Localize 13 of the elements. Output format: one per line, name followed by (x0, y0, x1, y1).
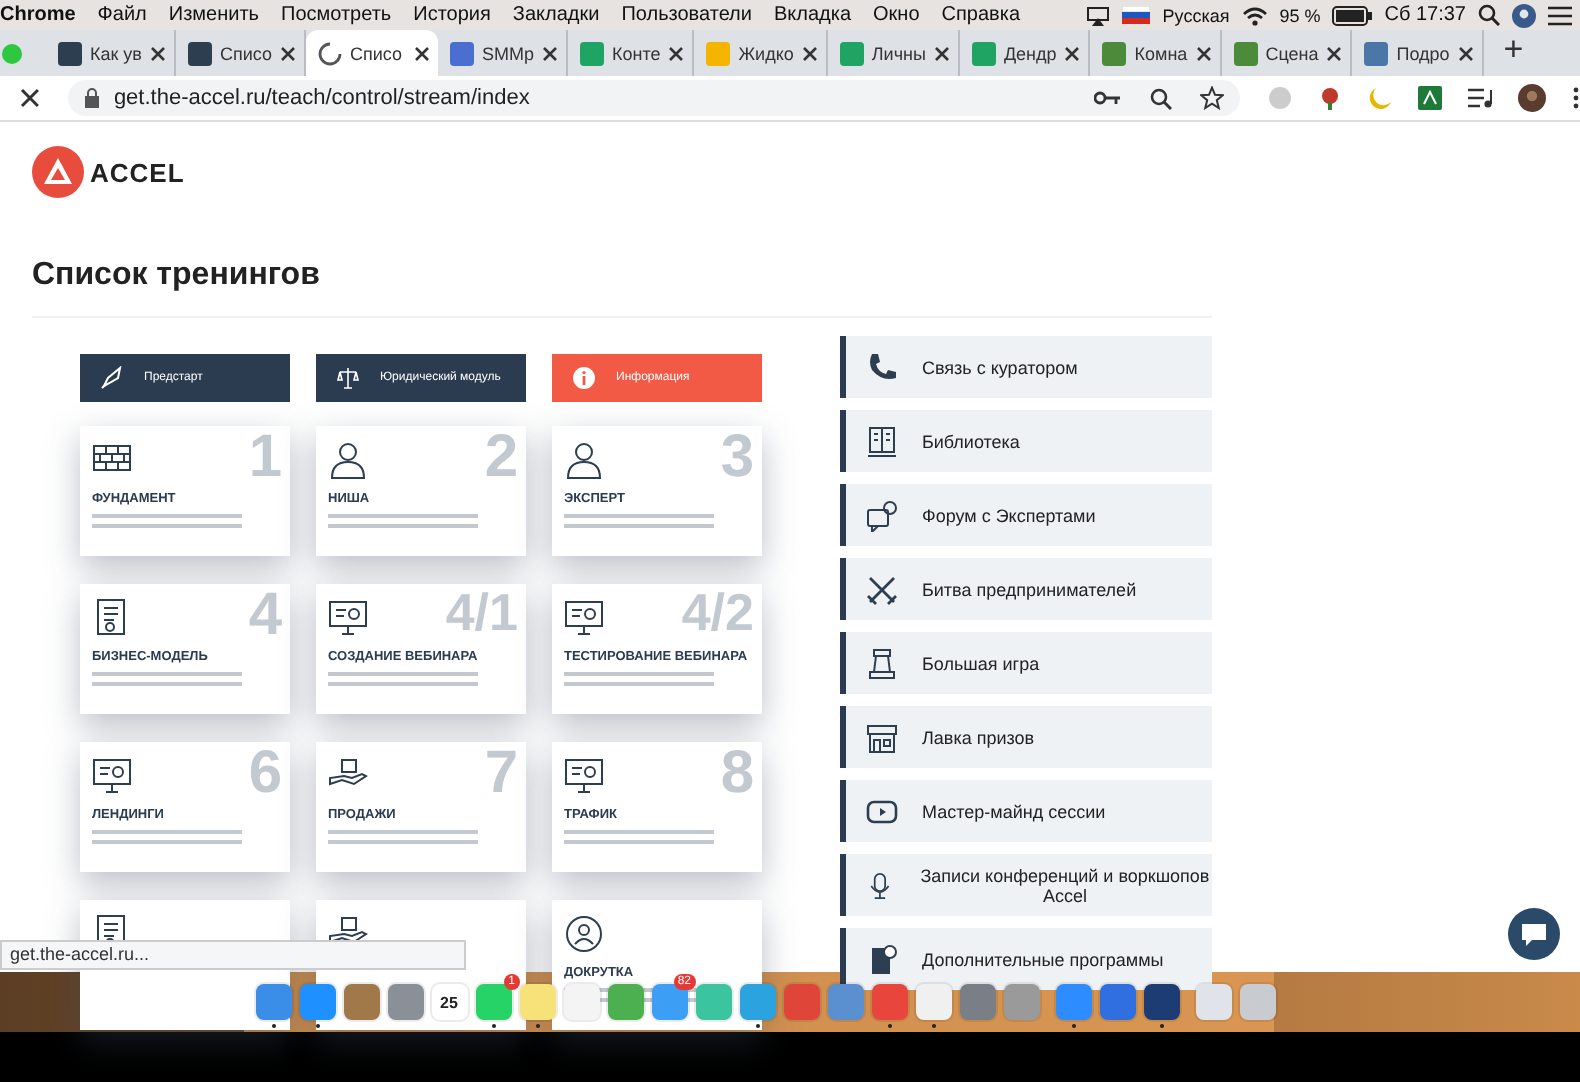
battery-percent: 95 % (1279, 5, 1321, 25)
module-number: 3 (720, 428, 754, 488)
module-number: 4/2 (681, 586, 754, 638)
module-number: 7 (484, 744, 518, 804)
module-number: 2 (484, 428, 518, 488)
module-number: 4/1 (445, 586, 518, 638)
module-number: 4 (248, 586, 282, 646)
module-number: 6 (248, 744, 282, 804)
module-number: 8 (720, 744, 754, 804)
logo-wordmark: ACCEL (90, 157, 185, 187)
module-number: 1 (248, 428, 282, 488)
url-status-tooltip: get.the-accel.ru... (0, 940, 466, 970)
page-title: Список тренингов (32, 258, 322, 294)
